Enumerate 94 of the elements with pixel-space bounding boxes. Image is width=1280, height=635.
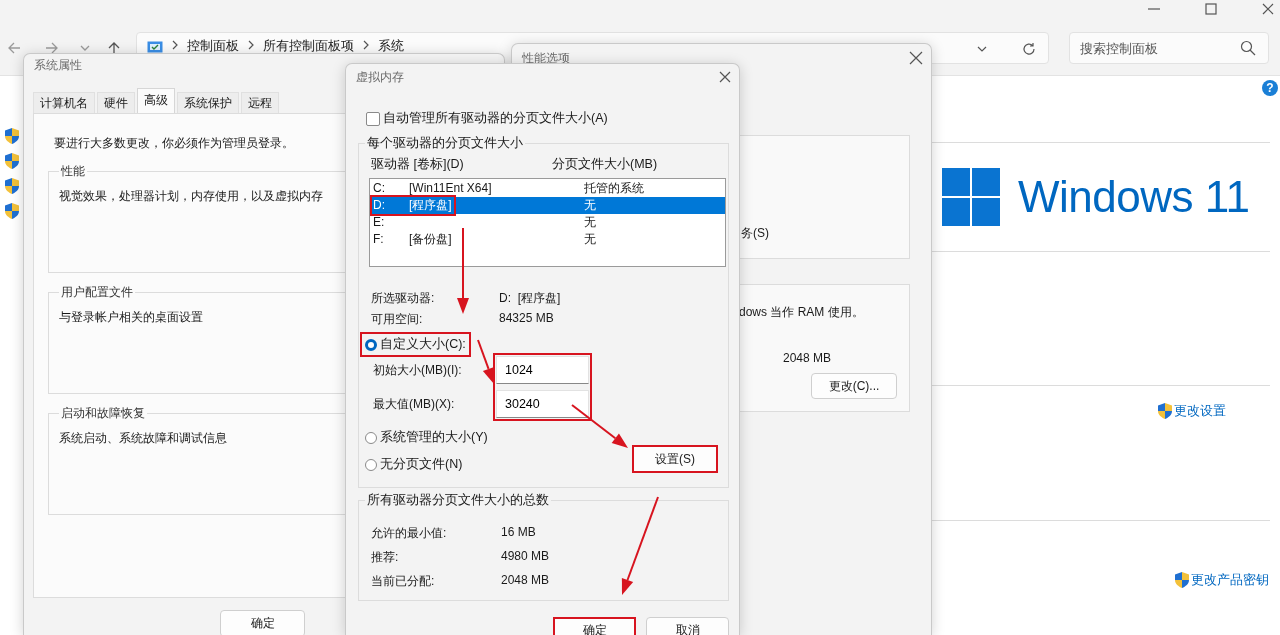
group-description: 系统启动、系统故障和调试信息 [59,430,227,447]
search-bar[interactable]: 搜索控制面板 [1069,32,1269,64]
info-label: 当前已分配: [371,573,435,590]
group-title: 所有驱动器分页文件大小的总数 [366,492,550,509]
search-field[interactable]: 搜索控制面板 [1078,39,1240,57]
label-cell: [程序盘] [409,197,452,214]
cancel-button[interactable]: 取消 [646,617,729,635]
change-button[interactable]: 更改(C)... [811,373,897,399]
group-title: 用户配置文件 [60,284,134,301]
tab[interactable]: 系统保护 [177,92,239,113]
maximize-icon[interactable] [1205,3,1217,15]
radio-option[interactable]: 系统管理的大小(Y) [360,425,493,450]
radio-button[interactable] [365,458,377,471]
field-label: 初始大小(MB)(I): [373,362,462,379]
info-value: 84325 MB [499,311,554,327]
shield-icon [5,203,19,219]
close-icon[interactable] [909,51,923,65]
list-row[interactable]: F: [备份盘] 无 [370,231,725,248]
info-value: 4980 MB [501,549,550,565]
breadcrumb-item[interactable]: 控制面板 [187,39,239,53]
list-row[interactable]: D: [程序盘] 无 [370,197,725,214]
group-description: 视觉效果，处理器计划，内存使用，以及虚拟内存 [59,188,323,205]
shield-icon [1175,572,1189,588]
tab[interactable]: 远程 [241,92,279,113]
chevron-right-icon [363,40,369,50]
memory-value: 2048 MB [783,351,832,365]
field-label: 最大值(MB)(X): [373,396,455,413]
link[interactable]: 更改设置 [1174,402,1226,420]
info-label: 可用空间: [371,311,423,328]
group-title: 性能 [60,163,86,180]
info-label: 推荐: [371,549,399,566]
shield-icon [5,153,19,169]
ok-button[interactable]: 确定 [220,610,305,635]
column-header: 驱动器 [卷标](D) [371,156,464,173]
label-cell: [Win11Ent X64] [409,180,492,197]
info-value: 16 MB [501,525,536,541]
column-header: 分页文件大小(MB) [552,156,658,173]
help-icon[interactable]: ? [1262,80,1278,96]
list-row[interactable]: E: 无 [370,214,725,231]
tab[interactable]: 计算机名 [33,92,95,113]
list-row[interactable]: C: [Win11Ent X64] 托管的系统 [370,180,725,197]
forward-icon[interactable] [46,42,58,54]
label-cell: [备份盘] [409,231,452,248]
group-description: dows 当作 RAM 使用。 [739,304,864,321]
up-arrow-icon[interactable] [108,42,120,54]
drive-cell-text: E: [372,214,386,231]
shield-icon [1158,403,1172,419]
tab[interactable]: 硬件 [97,92,135,113]
drive-cell-text: F: [372,231,385,248]
chevron-right-icon [248,40,254,50]
option-label: 务(S) [741,225,769,242]
drive-list[interactable]: C: [Win11Ent X64] 托管的系统 D: [程序盘] 无 E: 无 F: [备份盘] 无 [369,178,726,267]
tab[interactable]: 高级 [137,88,175,113]
back-icon[interactable] [8,42,20,54]
shield-icon [5,178,19,194]
close-icon[interactable] [1262,3,1274,15]
drive-cell-text: C: [372,180,386,197]
admin-note: 要进行大多数更改，你必须作为管理员登录。 [54,135,294,152]
size-cell-text: 无 [584,197,597,214]
group-title: 启动和故障恢复 [60,405,146,422]
product-name: Windows 11 [1018,172,1250,222]
input-field[interactable]: 30240 [496,390,589,418]
info-label: 所选驱动器: [371,290,435,307]
window-title: 系统属性 [34,56,82,74]
info-value: 2048 MB [501,573,550,589]
radio-button[interactable] [365,338,377,351]
breadcrumb-item[interactable]: 所有控制面板项 [263,39,354,53]
radio-button[interactable] [365,431,377,444]
ok-button[interactable]: 确定 [553,617,636,635]
checkbox-label: 自动管理所有驱动器的分页文件大小(A) [383,110,608,127]
info-label: 允许的最小值: [371,525,447,542]
drive-cell-text: D: [372,197,386,214]
set-button[interactable]: 设置(S) [632,445,718,473]
checkbox[interactable] [366,111,380,126]
group-description: 与登录帐户相关的桌面设置 [59,309,203,326]
chevron-down-icon[interactable] [977,45,987,53]
search-icon [1240,40,1256,56]
refresh-icon[interactable] [1022,42,1036,56]
close-icon[interactable] [719,71,731,83]
info-value: D: [程序盘] [499,290,561,307]
size-cell-text: 无 [584,231,597,248]
shield-icon [5,128,19,144]
radio-option[interactable]: 无分页文件(N) [360,452,468,477]
input-field[interactable]: 1024 [496,356,589,384]
size-cell-text: 无 [584,214,597,231]
group-title: 每个驱动器的分页文件大小 [366,135,524,152]
link[interactable]: 更改产品密钥 [1191,571,1269,589]
radio-option[interactable]: 自定义大小(C): [360,332,471,357]
chevron-right-icon [172,40,178,50]
window-title: 性能选项 [522,49,570,67]
size-cell-text: 托管的系统 [584,180,645,197]
breadcrumb-item[interactable]: 系统 [378,39,404,53]
logo-icon [942,168,1000,226]
window-title: 虚拟内存 [356,68,404,86]
